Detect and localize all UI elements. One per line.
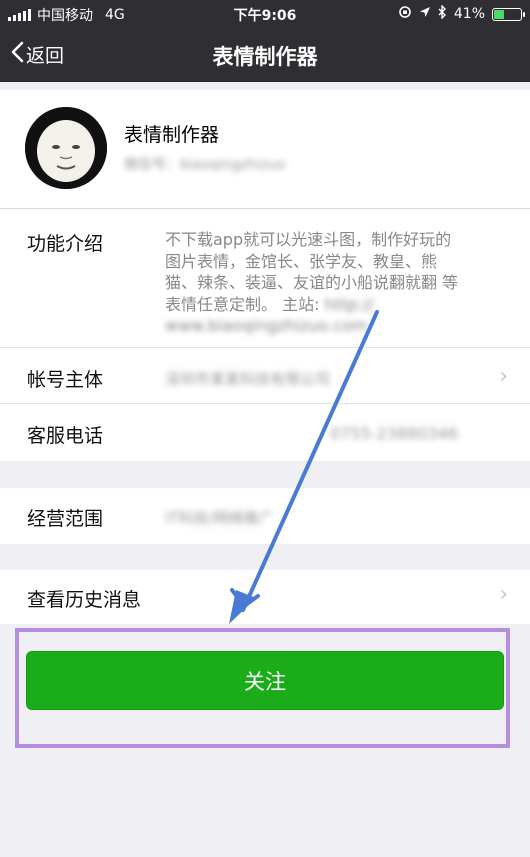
owner-label: 帐号主体 [27,369,104,391]
battery-fill [494,9,504,19]
intro-text: 不下载app就可以光速斗图，制作好玩的 图片表情，金馆长、张学友、教皇、熊 猫、… [165,229,500,337]
location-icon [419,6,431,22]
phone-value: 0755-23880346 [330,424,458,443]
account-id: 微信号：biaoqingzhizuo [124,157,286,173]
intro-line-text: 表情任意定制。 主站: [165,294,325,314]
scope-card: 经营范围 IT科技/网络推广 [0,488,530,544]
intro-label: 功能介绍 [27,233,104,255]
bluetooth-icon [438,4,447,23]
intro-line: 猫、辣条、装逼、友谊的小船说翻就翻 等 [165,273,459,292]
highlight-box [15,628,510,748]
history-row[interactable]: 查看历史消息 › [0,570,530,624]
phone-label: 客服电话 [27,425,104,447]
battery-icon [492,7,525,21]
profile-card: 表情制作器 微信号：biaoqingzhizuo [0,90,530,209]
intro-url: http:// [324,294,374,314]
battery-percent: 41% [453,6,485,22]
chevron-right-icon: › [499,582,508,607]
status-bar: 中国移动 4G 下午9:06 41% [0,0,530,28]
scope-label: 经营范围 [27,508,104,530]
intro-line: 表情任意定制。 主站: http:// [165,294,500,316]
intro-line: 图片表情，金馆长、张学友、教皇、熊 [165,251,438,271]
avatar[interactable] [25,107,107,189]
divider [0,347,530,348]
page-title: 表情制作器 [212,45,318,69]
divider [0,403,530,404]
scope-value: IT科技/网络推广 [165,509,274,527]
account-name: 表情制作器 [124,124,220,146]
history-label: 查看历史消息 [27,589,142,611]
chevron-right-icon: › [499,364,508,389]
nav-bar: 返回 表情制作器 [0,28,530,82]
rotation-lock-icon [398,5,412,23]
intro-url-line: www.biaoqingzhizuo.com [165,316,368,335]
owner-value: 深圳市某某科技有限公司 [165,370,331,388]
intro-line: 不下载app就可以光速斗图，制作好玩的 [165,230,452,249]
info-card: 功能介绍 不下载app就可以光速斗图，制作好玩的 图片表情，金馆长、张学友、教皇… [0,209,530,461]
